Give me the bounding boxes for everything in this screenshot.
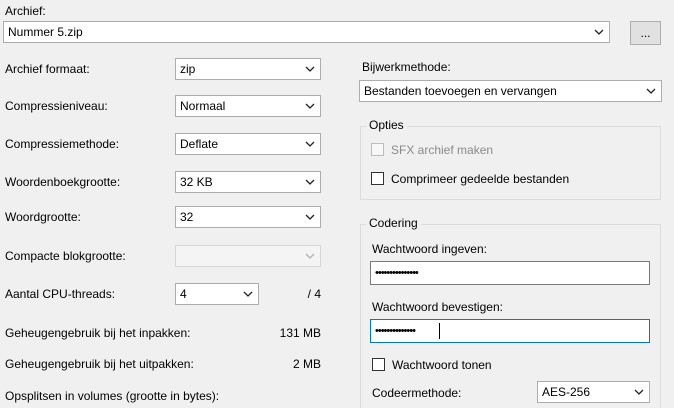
browse-button[interactable]: ... bbox=[630, 21, 661, 45]
password-enter-value: ••••••••••••••• bbox=[375, 267, 419, 279]
level-value: Normaal bbox=[180, 99, 226, 113]
show-password-label[interactable]: Wachtwoord tonen bbox=[392, 358, 492, 372]
mem-unpack-label: Geheugengebruik bij het uitpakken: bbox=[5, 357, 194, 371]
sfx-label: SFX archief maken bbox=[391, 143, 494, 157]
encryption-method-select[interactable]: AES-256 bbox=[537, 381, 650, 403]
chevron-down-icon[interactable] bbox=[594, 28, 604, 36]
password-confirm-label: Wachtwoord bevestigen: bbox=[372, 300, 503, 314]
options-title: Opties bbox=[366, 118, 407, 132]
chevron-down-icon bbox=[305, 252, 315, 260]
show-password-checkbox[interactable] bbox=[372, 358, 385, 371]
text-caret bbox=[439, 323, 440, 339]
encryption-method-label: Codeermethode: bbox=[372, 386, 462, 400]
word-select[interactable]: 32 bbox=[175, 206, 321, 228]
method-select[interactable]: Deflate bbox=[175, 133, 321, 155]
threads-select[interactable]: 4 bbox=[175, 283, 259, 305]
chevron-down-icon bbox=[243, 290, 253, 298]
chevron-down-icon bbox=[305, 102, 315, 110]
sfx-checkbox bbox=[371, 143, 384, 156]
solid-label: Compacte blokgrootte: bbox=[5, 249, 126, 263]
shared-checkbox[interactable] bbox=[371, 172, 384, 185]
password-enter-input[interactable]: ••••••••••••••• bbox=[370, 261, 650, 285]
chevron-down-icon bbox=[634, 388, 644, 396]
level-label: Compressieniveau: bbox=[5, 99, 108, 113]
shared-label[interactable]: Comprimeer gedeelde bestanden bbox=[391, 172, 569, 186]
method-label: Compressiemethode: bbox=[5, 137, 120, 151]
format-value: zip bbox=[180, 62, 196, 76]
method-value: Deflate bbox=[180, 137, 219, 151]
encryption-title: Codering bbox=[366, 216, 421, 230]
word-value: 32 bbox=[180, 210, 194, 224]
threads-max: / 4 bbox=[307, 287, 321, 301]
threads-label: Aantal CPU-threads: bbox=[5, 287, 116, 301]
dict-select[interactable]: 32 KB bbox=[175, 171, 321, 193]
mem-pack-label: Geheugengebruik bij het inpakken: bbox=[5, 326, 191, 340]
password-confirm-input[interactable]: •••••••••••••• bbox=[370, 319, 650, 343]
update-label: Bijwerkmethode: bbox=[362, 60, 451, 74]
threads-value: 4 bbox=[180, 287, 187, 301]
chevron-down-icon bbox=[305, 65, 315, 73]
chevron-down-icon bbox=[305, 140, 315, 148]
encryption-method-value: AES-256 bbox=[542, 385, 591, 399]
solid-select bbox=[175, 245, 321, 267]
chevron-down-icon bbox=[646, 87, 656, 95]
update-value: Bestanden toevoegen en vervangen bbox=[364, 84, 557, 98]
archive-path-combo[interactable]: Nummer 5.zip bbox=[3, 21, 610, 43]
split-label: Opsplitsen in volumes (grootte in bytes)… bbox=[5, 389, 220, 403]
mem-pack-value: 131 MB bbox=[279, 326, 321, 340]
password-enter-label: Wachtwoord ingeven: bbox=[372, 242, 487, 256]
password-confirm-value: •••••••••••••• bbox=[375, 325, 416, 337]
dict-label: Woordenboekgrootte: bbox=[5, 175, 121, 189]
options-group bbox=[360, 126, 661, 200]
archive-path-value: Nummer 5.zip bbox=[8, 25, 83, 39]
chevron-down-icon bbox=[305, 178, 315, 186]
update-select[interactable]: Bestanden toevoegen en vervangen bbox=[359, 80, 662, 102]
word-label: Woordgrootte: bbox=[5, 210, 81, 224]
chevron-down-icon bbox=[305, 213, 315, 221]
mem-unpack-value: 2 MB bbox=[292, 357, 321, 371]
level-select[interactable]: Normaal bbox=[175, 95, 321, 117]
archive-label: Archief: bbox=[5, 4, 46, 18]
format-label: Archief formaat: bbox=[5, 62, 90, 76]
dict-value: 32 KB bbox=[180, 175, 213, 189]
format-select[interactable]: zip bbox=[175, 58, 321, 80]
